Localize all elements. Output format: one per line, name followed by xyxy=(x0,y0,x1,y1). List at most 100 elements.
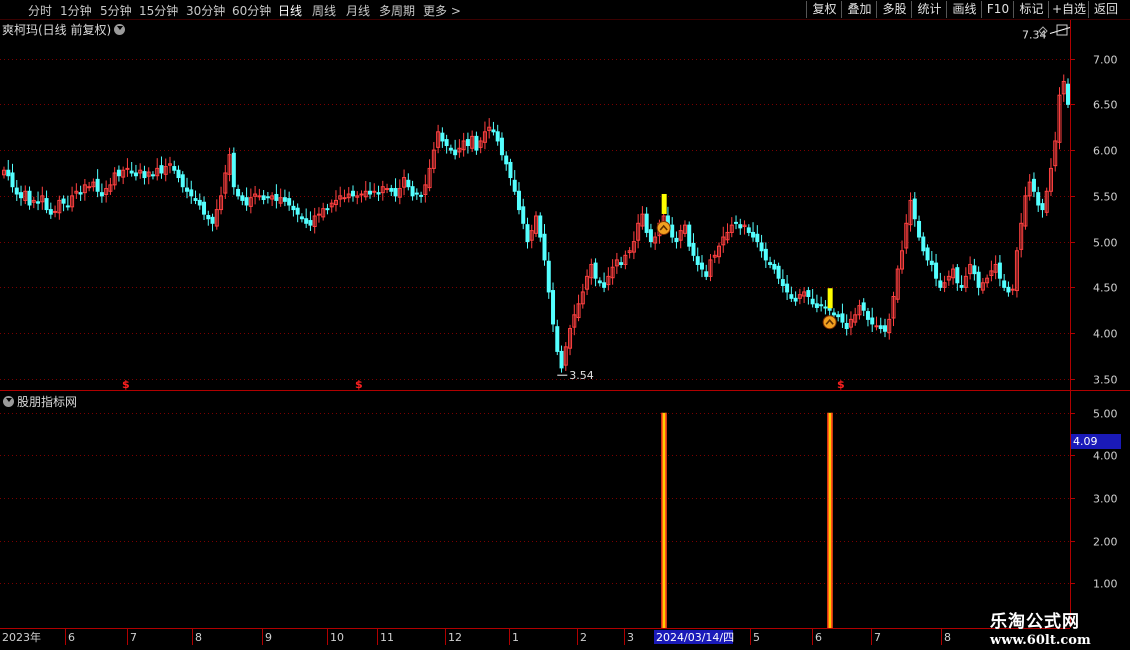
candle-body xyxy=(304,218,309,224)
candle-body xyxy=(499,137,504,156)
candle-body xyxy=(299,216,304,220)
candle-body xyxy=(389,188,394,192)
dividend-marker: $ xyxy=(837,378,845,391)
logo-title: 乐淘公式网 xyxy=(990,612,1080,632)
sub-chart-title[interactable]: 股朋指标网 xyxy=(3,393,77,410)
candle-body xyxy=(172,166,177,171)
sub-y-tick-label: 1.00 xyxy=(1093,578,1118,591)
candle-body xyxy=(819,304,824,307)
candle-body xyxy=(368,190,373,195)
candle-body xyxy=(619,262,624,265)
candle-body xyxy=(670,224,675,238)
sub-y-tick-label: 4.00 xyxy=(1093,450,1118,463)
candle-body xyxy=(448,147,453,151)
candle-body xyxy=(1002,280,1007,288)
candle-body xyxy=(789,294,794,299)
candle-body xyxy=(593,262,598,279)
time-axis-label: 5 xyxy=(753,631,760,644)
signal-bar xyxy=(827,288,833,309)
candle-body xyxy=(36,201,41,204)
candle-body xyxy=(6,169,11,177)
candle-body xyxy=(542,233,547,261)
candle-body xyxy=(546,260,551,293)
candle-body xyxy=(746,227,751,233)
dividend-marker: $ xyxy=(122,378,130,391)
candle-body xyxy=(78,192,83,195)
candle-body xyxy=(150,174,155,177)
candle-body xyxy=(159,165,164,174)
candle-body xyxy=(840,313,845,323)
candle-body xyxy=(934,262,939,279)
candle-body xyxy=(1066,83,1070,105)
logo-url: www.60lt.com xyxy=(990,633,1091,648)
y-tick-label: 4.00 xyxy=(1093,328,1118,341)
candle-body xyxy=(474,135,479,151)
candle-body xyxy=(1036,192,1041,206)
indicator-bar-edge xyxy=(665,412,667,628)
candle-body xyxy=(695,256,700,265)
candle-body xyxy=(99,192,104,197)
candle-body xyxy=(193,198,198,201)
candle-body xyxy=(734,221,739,224)
current-value-tag: 4.09 xyxy=(1071,434,1121,449)
candle-body xyxy=(359,193,364,196)
time-axis-label: 1 xyxy=(512,631,519,644)
candle-body xyxy=(793,297,798,302)
candle-body xyxy=(87,186,92,189)
candle-body xyxy=(929,260,934,265)
candle-body xyxy=(180,174,185,188)
candle-body xyxy=(406,179,411,188)
sub-y-tick-label: 2.00 xyxy=(1093,536,1118,549)
candle-body xyxy=(759,242,764,252)
indicator-bar-edge xyxy=(827,412,829,628)
indicator-bar-edge xyxy=(661,412,663,628)
y-tick-label: 5.50 xyxy=(1093,191,1118,204)
candle-body xyxy=(495,131,500,142)
candle-body xyxy=(265,196,270,199)
time-axis-label: 2023年 xyxy=(2,630,41,644)
watermark-logo: 乐淘公式网 www.60lt.com xyxy=(990,607,1118,648)
time-axis-label: 6 xyxy=(815,631,822,644)
time-axis-label: 3 xyxy=(627,631,634,644)
candle-body xyxy=(1031,178,1036,192)
candle-body xyxy=(419,194,424,197)
candle-body xyxy=(831,312,836,316)
candle-body xyxy=(27,190,32,206)
dropdown-circle-icon[interactable] xyxy=(3,396,14,407)
candle-body xyxy=(291,205,296,211)
candle-body xyxy=(350,190,355,197)
signal-markers xyxy=(657,0,837,330)
candle-body xyxy=(61,198,66,204)
candle-body xyxy=(810,298,815,305)
kline-chart-svg: 7.00 6.50 6.00 5.50 5.00 4.50 4.00 3.50 5.00 4.0… xyxy=(0,0,1130,645)
candle-body xyxy=(244,197,249,206)
candle-body xyxy=(231,152,236,188)
y-tick-label: 4.50 xyxy=(1093,282,1118,295)
candle-body xyxy=(912,198,917,220)
candle-body xyxy=(142,171,147,179)
candle-body xyxy=(844,322,849,330)
candle-body xyxy=(687,224,692,247)
candle-body xyxy=(202,201,207,215)
candle-body xyxy=(240,195,245,201)
time-axis-label: 7 xyxy=(874,631,881,644)
time-axis-label: 9 xyxy=(265,631,272,644)
sub-y-tick-label: 3.00 xyxy=(1093,493,1118,506)
candle-body xyxy=(559,350,564,369)
candle-body xyxy=(414,192,419,195)
candle-body xyxy=(274,193,279,201)
candle-body xyxy=(133,172,138,177)
candle-body xyxy=(1040,203,1045,211)
candle-body xyxy=(955,267,960,284)
candle-body xyxy=(823,306,828,309)
time-axis-label-highlight: 2024/03/14/四 xyxy=(656,631,734,644)
candle-body xyxy=(772,263,777,270)
time-axis-label: 7 xyxy=(130,631,137,644)
candle-body xyxy=(512,179,517,192)
candle-body xyxy=(674,237,679,243)
candle-body xyxy=(372,190,377,193)
candle-body xyxy=(917,220,922,238)
candle-body xyxy=(197,199,202,206)
signal-bar xyxy=(661,193,667,214)
candle-body xyxy=(814,303,819,308)
